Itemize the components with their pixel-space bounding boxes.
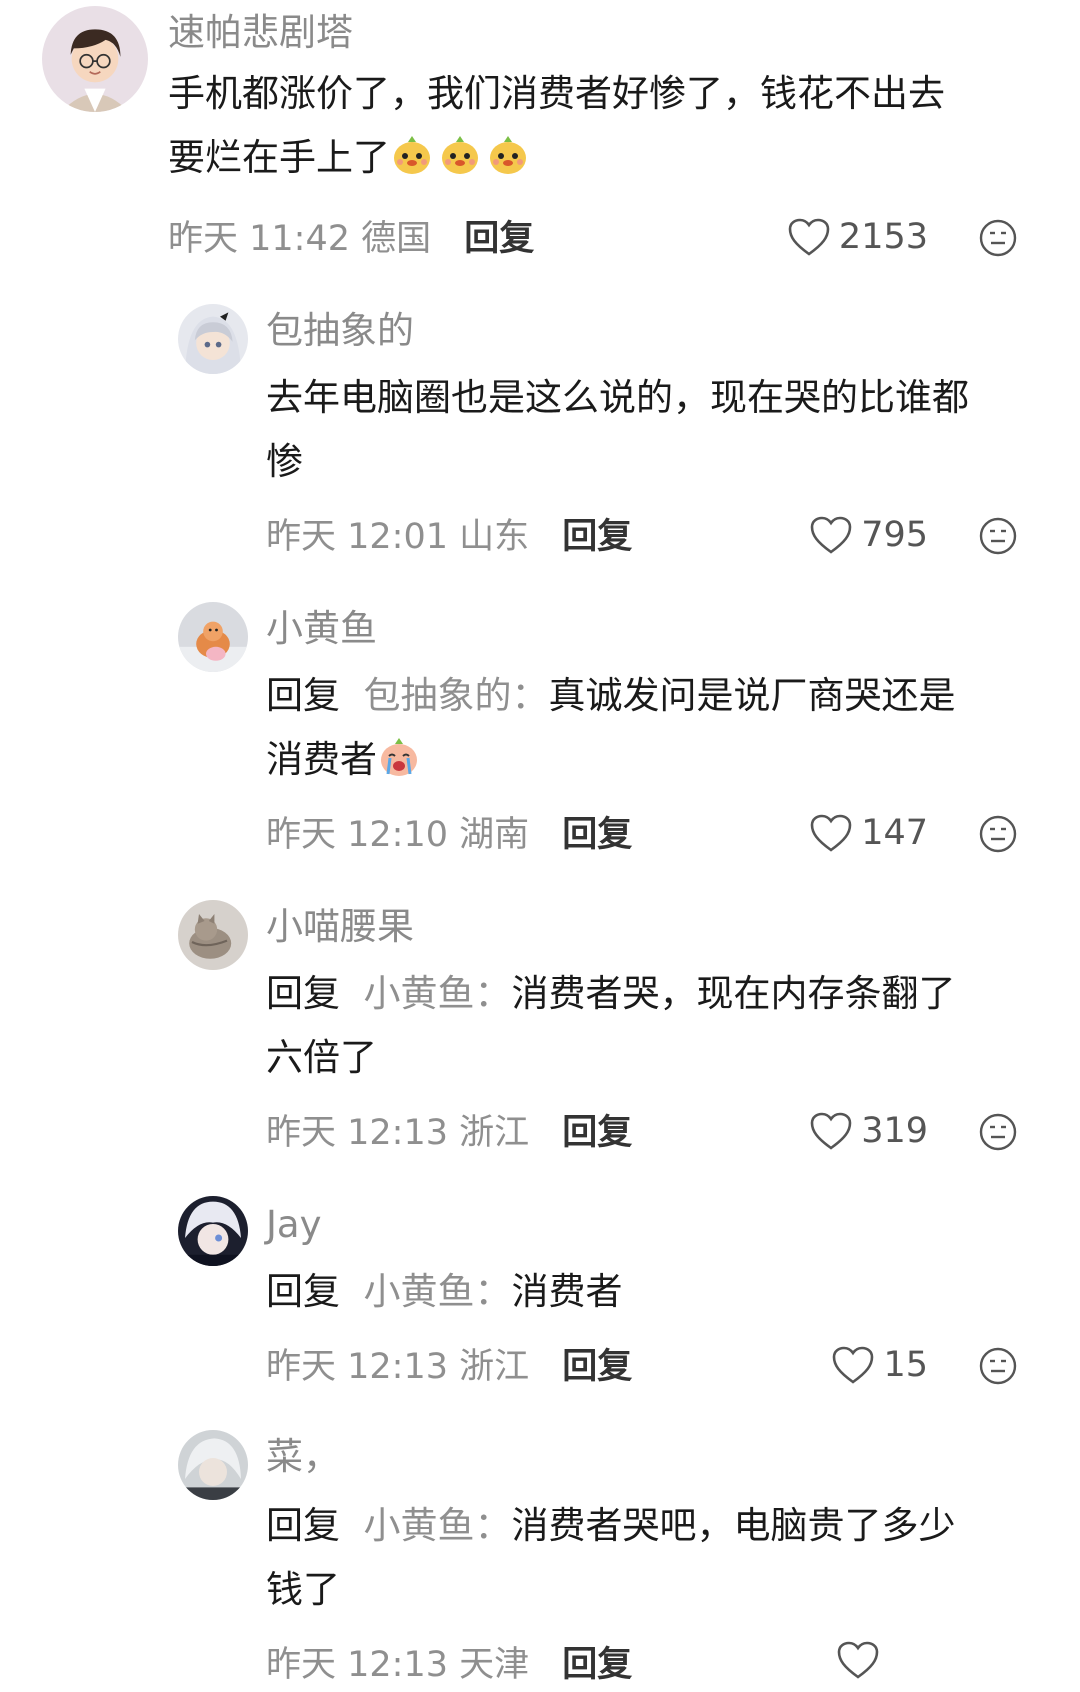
reply-prefix: 回复 — [266, 1270, 340, 1313]
heart-outline-icon — [833, 1346, 874, 1384]
reply-prefix: 回复 — [266, 1504, 340, 1547]
heart-outline-icon — [837, 1641, 879, 1679]
reply-target-user[interactable]: 包抽象的： — [364, 674, 549, 717]
reply-button[interactable]: 回复 — [562, 517, 632, 557]
location: 德国 — [361, 219, 432, 259]
comment-meta: 昨天 12:13 天津 回复 — [266, 1642, 632, 1688]
comment-text: 回复 包抽象的：真诚发问是说厂商哭还是 消费者 — [266, 664, 1046, 792]
avatar[interactable] — [42, 6, 148, 112]
timestamp: 昨天 12:10 — [266, 815, 448, 855]
comment-text-line: 六倍了 — [266, 1036, 377, 1079]
reply-target-user[interactable]: 小黄鱼： — [364, 972, 512, 1015]
timestamp: 昨天 12:13 — [266, 1645, 448, 1685]
username[interactable]: 小黄鱼 — [266, 606, 377, 652]
comment-text-line: 回复 小黄鱼：消费者哭，现在内存条翻了 — [266, 972, 956, 1015]
comment-text-line: 回复 小黄鱼：消费者 — [266, 1270, 623, 1313]
reply-button[interactable]: 回复 — [562, 1113, 632, 1153]
comment-text: 回复 小黄鱼：消费者哭，现在内存条翻了 六倍了 — [266, 962, 1046, 1090]
comment-text-line: 手机都涨价了，我们消费者好惨了，钱花不出去 — [168, 72, 945, 115]
fruit-face-emoji — [442, 136, 478, 174]
like-button[interactable]: 2153 — [787, 214, 928, 260]
timestamp: 昨天 12:01 — [266, 517, 448, 557]
neutral-face-icon[interactable] — [978, 814, 1018, 854]
like-button[interactable]: 319 — [809, 1108, 928, 1154]
like-count: 319 — [861, 1111, 928, 1151]
like-count: 795 — [861, 515, 928, 555]
like-count: 15 — [883, 1345, 928, 1385]
location: 山东 — [459, 517, 530, 557]
comment-text: 手机都涨价了，我们消费者好惨了，钱花不出去 要烂在手上了 — [168, 62, 1048, 190]
username[interactable]: 小喵腰果 — [266, 904, 414, 950]
neutral-face-icon[interactable] — [978, 1346, 1018, 1386]
like-count: 2153 — [838, 217, 928, 257]
reply-prefix: 回复 — [266, 972, 340, 1015]
avatar[interactable] — [178, 1196, 248, 1266]
like-button[interactable]: 795 — [809, 512, 928, 558]
fruit-face-emoji — [490, 136, 526, 174]
timestamp: 昨天 11:42 — [168, 219, 350, 259]
comment-meta: 昨天 12:10 湖南 回复 — [266, 812, 632, 858]
comment-text: 回复 小黄鱼：消费者哭吧，电脑贵了多少 钱了 — [266, 1494, 1046, 1622]
timestamp: 昨天 12:13 — [266, 1113, 448, 1153]
like-count: 147 — [861, 813, 928, 853]
heart-outline-icon — [810, 1112, 852, 1150]
comment-text: 去年电脑圈也是这么说的，现在哭的比谁都 惨 — [266, 366, 1046, 494]
reply-prefix: 回复 — [266, 674, 340, 717]
comment-text-line: 惨 — [266, 440, 303, 483]
heart-outline-icon — [810, 814, 852, 852]
comment-text-line: 钱了 — [266, 1568, 340, 1611]
comment-meta: 昨天 12:13 浙江 回复 — [266, 1344, 632, 1390]
neutral-face-icon[interactable] — [978, 1112, 1018, 1152]
avatar[interactable] — [178, 900, 248, 970]
reply-button[interactable]: 回复 — [562, 1645, 632, 1685]
username[interactable]: Jay — [266, 1202, 321, 1248]
username[interactable]: 速帕悲剧塔 — [168, 10, 353, 56]
location: 湖南 — [459, 815, 530, 855]
like-button[interactable]: 147 — [809, 810, 928, 856]
timestamp: 昨天 12:13 — [266, 1347, 448, 1387]
neutral-face-icon[interactable] — [978, 218, 1018, 258]
comment-text-line: 要烂在手上了 — [168, 126, 1048, 190]
avatar[interactable] — [178, 1430, 248, 1500]
comment-text-line: 消费者 — [266, 728, 1046, 792]
comment-meta: 昨天 12:13 浙江 回复 — [266, 1110, 632, 1156]
neutral-face-icon[interactable] — [978, 516, 1018, 556]
reply-button[interactable]: 回复 — [464, 219, 534, 259]
location: 天津 — [459, 1645, 530, 1685]
reply-button[interactable]: 回复 — [562, 815, 632, 855]
comment-text: 回复 小黄鱼：消费者 — [266, 1260, 1046, 1324]
comment-text-line: 回复 小黄鱼：消费者哭吧，电脑贵了多少 — [266, 1504, 956, 1547]
like-button[interactable]: 15 — [831, 1342, 928, 1388]
reply-target-user[interactable]: 小黄鱼： — [364, 1270, 512, 1313]
comment-text-line: 去年电脑圈也是这么说的，现在哭的比谁都 — [266, 376, 969, 419]
avatar[interactable] — [178, 304, 248, 374]
avatar[interactable] — [178, 602, 248, 672]
reply-button[interactable]: 回复 — [562, 1347, 632, 1387]
comment-meta: 昨天 12:01 山东 回复 — [266, 514, 632, 560]
username[interactable]: 包抽象的 — [266, 308, 414, 354]
comment-text-line: 回复 包抽象的：真诚发问是说厂商哭还是 — [266, 674, 956, 717]
comment-meta: 昨天 11:42 德国 回复 — [168, 216, 534, 262]
heart-outline-icon — [788, 218, 830, 256]
location: 浙江 — [459, 1113, 530, 1153]
heart-outline-icon — [810, 516, 852, 554]
like-button[interactable] — [836, 1640, 888, 1680]
fruit-face-emoji — [394, 136, 430, 174]
location: 浙江 — [459, 1347, 530, 1387]
reply-target-user[interactable]: 小黄鱼： — [364, 1504, 512, 1547]
username[interactable]: 菜， — [266, 1434, 340, 1480]
crying-face-emoji — [381, 738, 417, 776]
